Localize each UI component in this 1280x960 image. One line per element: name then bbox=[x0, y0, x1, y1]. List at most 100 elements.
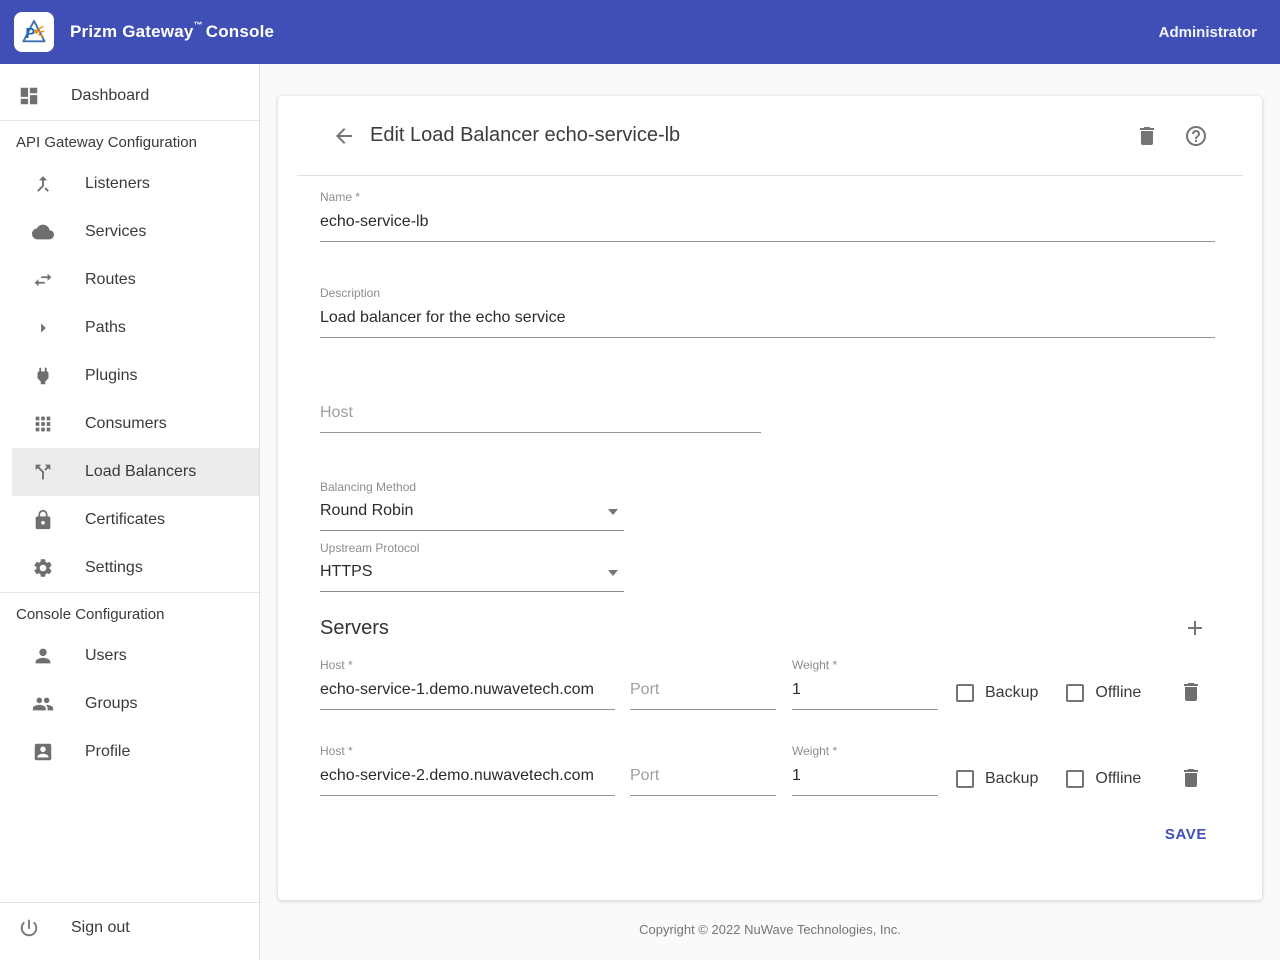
app-bar: P Prizm Gateway™Console Administrator bbox=[0, 0, 1280, 64]
backup-checkbox[interactable]: Backup bbox=[956, 684, 1038, 702]
balancing-method-select[interactable]: Round Robin bbox=[320, 496, 624, 531]
arrow-right-icon bbox=[32, 317, 54, 339]
backup-checkbox[interactable]: Backup bbox=[956, 770, 1038, 788]
help-icon bbox=[1184, 124, 1208, 148]
sidebar-item-label: Plugins bbox=[85, 367, 137, 385]
people-icon bbox=[32, 693, 54, 715]
cloud-icon bbox=[32, 221, 54, 243]
sidebar-item-label: Listeners bbox=[85, 175, 150, 193]
servers-heading: Servers bbox=[320, 617, 389, 640]
server-weight-field: Weight * bbox=[792, 658, 938, 710]
sidebar-item-sign-out[interactable]: Sign out bbox=[0, 904, 259, 952]
sidebar-item-profile[interactable]: Profile bbox=[0, 728, 259, 776]
offline-checkbox[interactable]: Offline bbox=[1066, 684, 1141, 702]
trademark: ™ bbox=[194, 20, 203, 30]
swap-horiz-icon bbox=[32, 269, 54, 291]
dropdown-arrow-icon bbox=[608, 570, 618, 576]
server-weight-label: Weight * bbox=[792, 658, 938, 672]
add-server-button[interactable] bbox=[1183, 616, 1207, 640]
back-button[interactable] bbox=[332, 124, 356, 148]
server-weight-field: Weight * bbox=[792, 744, 938, 796]
sidebar-item-label: Dashboard bbox=[71, 87, 149, 105]
save-button[interactable]: SAVE bbox=[1165, 826, 1207, 843]
delete-server-button[interactable] bbox=[1179, 766, 1203, 790]
trash-icon bbox=[1135, 124, 1159, 148]
gear-icon bbox=[32, 557, 54, 579]
delete-load-balancer-button[interactable] bbox=[1135, 124, 1159, 148]
sidebar-section-console: Console Configuration bbox=[0, 593, 259, 632]
lock-icon bbox=[32, 509, 54, 531]
server-row: Host * Weight * Backup bbox=[320, 658, 1215, 710]
sidebar-item-label: Settings bbox=[85, 559, 143, 577]
backup-checkbox-label: Backup bbox=[985, 770, 1038, 788]
trash-icon bbox=[1179, 766, 1203, 790]
sidebar-item-services[interactable]: Services bbox=[0, 208, 259, 256]
sidebar-section-api-gateway: API Gateway Configuration bbox=[0, 121, 259, 160]
server-weight-input[interactable] bbox=[792, 674, 938, 710]
sidebar-item-label: Groups bbox=[85, 695, 137, 713]
server-host-input[interactable] bbox=[320, 760, 615, 796]
dashboard-icon bbox=[18, 85, 40, 107]
svg-text:P: P bbox=[26, 26, 36, 42]
brand-suffix: Console bbox=[206, 22, 274, 41]
back-arrow-icon bbox=[332, 124, 356, 148]
sidebar-item-label: Sign out bbox=[71, 919, 130, 937]
header-actions bbox=[1135, 124, 1208, 148]
offline-checkbox[interactable]: Offline bbox=[1066, 770, 1141, 788]
dropdown-arrow-icon bbox=[608, 509, 618, 515]
server-row: Host * Weight * Backup bbox=[320, 744, 1215, 796]
sidebar-item-dashboard[interactable]: Dashboard bbox=[0, 72, 259, 120]
checkbox-box bbox=[1066, 770, 1084, 788]
server-weight-label: Weight * bbox=[792, 744, 938, 758]
sidebar-item-label: Services bbox=[85, 223, 146, 241]
server-host-label: Host * bbox=[320, 744, 615, 758]
app-title: Prizm Gateway™Console bbox=[70, 22, 274, 42]
checkbox-box bbox=[956, 684, 974, 702]
upstream-protocol-field: Upstream Protocol HTTPS bbox=[320, 541, 624, 592]
call-merge-icon bbox=[32, 173, 54, 195]
sidebar-item-load-balancers[interactable]: Load Balancers bbox=[12, 448, 259, 496]
sidebar-item-settings[interactable]: Settings bbox=[0, 544, 259, 592]
sidebar-item-groups[interactable]: Groups bbox=[0, 680, 259, 728]
server-port-input[interactable] bbox=[630, 674, 776, 710]
card-header: Edit Load Balancer echo-service-lb bbox=[278, 96, 1262, 175]
host-input[interactable] bbox=[320, 397, 761, 433]
sidebar-item-consumers[interactable]: Consumers bbox=[0, 400, 259, 448]
server-port-field bbox=[630, 674, 776, 710]
balancing-method-label: Balancing Method bbox=[320, 480, 624, 494]
person-icon bbox=[32, 645, 54, 667]
server-weight-input[interactable] bbox=[792, 760, 938, 796]
sidebar-item-label: Routes bbox=[85, 271, 136, 289]
delete-server-button[interactable] bbox=[1179, 680, 1203, 704]
power-icon bbox=[18, 917, 40, 939]
sidebar-item-label: Users bbox=[85, 647, 127, 665]
trash-icon bbox=[1179, 680, 1203, 704]
description-input[interactable] bbox=[320, 302, 1215, 338]
server-port-input[interactable] bbox=[630, 760, 776, 796]
help-button[interactable] bbox=[1184, 124, 1208, 148]
brand-name: Prizm Gateway bbox=[70, 22, 194, 41]
call-split-icon bbox=[32, 461, 54, 483]
server-host-label: Host * bbox=[320, 658, 615, 672]
sidebar-item-users[interactable]: Users bbox=[0, 632, 259, 680]
sidebar-item-plugins[interactable]: Plugins bbox=[0, 352, 259, 400]
balancing-method-field: Balancing Method Round Robin bbox=[320, 480, 624, 531]
sidebar-item-listeners[interactable]: Listeners bbox=[0, 160, 259, 208]
sidebar-item-routes[interactable]: Routes bbox=[0, 256, 259, 304]
upstream-protocol-select[interactable]: HTTPS bbox=[320, 557, 624, 592]
plug-icon bbox=[32, 365, 54, 387]
user-menu[interactable]: Administrator bbox=[1159, 24, 1257, 41]
sidebar-item-label: Paths bbox=[85, 319, 126, 337]
checkbox-box bbox=[1066, 684, 1084, 702]
edit-load-balancer-card: Edit Load Balancer echo-service-lb Name … bbox=[278, 96, 1262, 900]
name-input[interactable] bbox=[320, 206, 1215, 242]
copyright-text: Copyright © 2022 NuWave Technologies, In… bbox=[639, 922, 901, 937]
page-title: Edit Load Balancer echo-service-lb bbox=[370, 124, 680, 147]
server-host-input[interactable] bbox=[320, 674, 615, 710]
servers-header: Servers bbox=[320, 616, 1215, 640]
apps-icon bbox=[32, 413, 54, 435]
description-field-label: Description bbox=[320, 286, 1215, 300]
sidebar-item-certificates[interactable]: Certificates bbox=[0, 496, 259, 544]
sidebar-item-label: Certificates bbox=[85, 511, 165, 529]
sidebar-item-paths[interactable]: Paths bbox=[0, 304, 259, 352]
